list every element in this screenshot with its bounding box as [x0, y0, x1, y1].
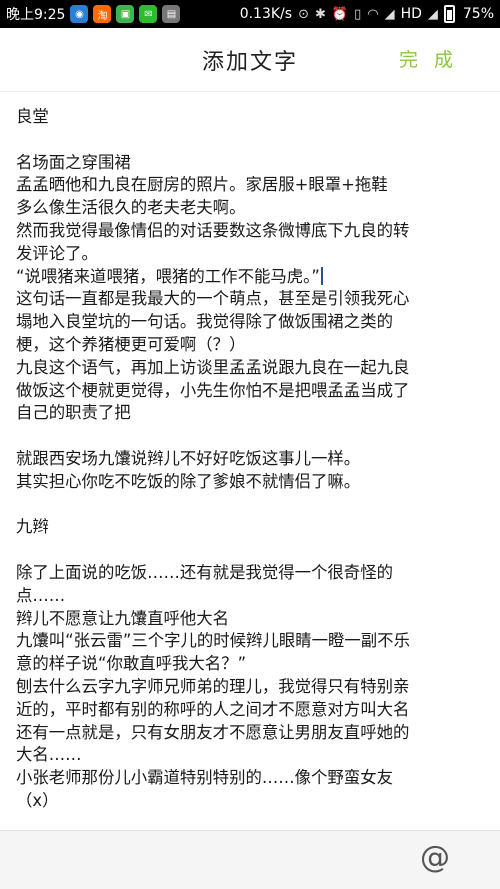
text-line: “说喂猪来道喂猪，喂猪的工作不能马虎。”	[16, 266, 484, 289]
battery-level: 75%	[462, 6, 494, 22]
mention-at-button[interactable]: @	[417, 841, 453, 877]
text-line: 自己的职责了把	[16, 403, 131, 423]
taobao-icon: 淘	[93, 5, 112, 23]
text-line: 近的，平时都有别的称呼的人之间才不愿意对方叫大名	[16, 699, 410, 719]
notes-icon: ▤	[162, 5, 181, 23]
text-line: 大名……	[16, 745, 82, 765]
done-button[interactable]: 完 成	[399, 45, 458, 72]
text-line: 小张老师那份儿小霸道特别特别的……像个野蛮女友	[16, 768, 393, 788]
bottom-toolbar: @	[0, 830, 500, 889]
status-left: 晚上9:25 ◉ 淘 ▣ ✉ ▤	[6, 4, 181, 24]
text-editor[interactable]: 良堂名场面之穿围裙孟孟晒他和九良在厨房的照片。家居服+眼罩+拖鞋 多么像生活很久的…	[0, 92, 500, 830]
text-line: 良堂	[16, 107, 49, 126]
title-bar: 添加文字 完 成	[0, 28, 500, 92]
text-line: 其实担心你吃不吃饭的除了爹娘不就情侣了嘛。	[16, 471, 361, 491]
text-line: 刨去什么云字九字师兄师弟的理儿，我觉得只有特别亲	[16, 676, 410, 696]
bluetooth-icon: ✱	[314, 6, 326, 22]
text-line: 塌地入良堂坑的一句话。我觉得除了做饭围裙之类的	[16, 312, 393, 332]
text-line: （x）	[16, 790, 59, 810]
app-notification-icon: ◉	[70, 5, 89, 23]
status-time: 晚上9:25	[6, 7, 66, 23]
text-line: 发评论了。	[16, 243, 98, 263]
text-line: 做饭这个梗就更觉得，小先生你怕不是把喂孟孟当成了	[16, 380, 410, 400]
text-line: 梗，这个养猪梗更可爱啊（？）	[16, 334, 246, 354]
text-line: 九馕叫“张云雷”三个字儿的时候辫儿眼睛一瞪一副不乐	[16, 631, 410, 651]
text-line: 名场面之穿围裙	[16, 152, 131, 172]
signal-icon-2: ◢	[427, 6, 438, 22]
alarm-off-icon: ⏰	[331, 6, 349, 22]
status-right: 0.13K/s ⊙ ✱ ⏰ ▯ ◠ ◢ HD ◢ 75%	[240, 5, 494, 23]
hotspot-icon: ⊙	[298, 6, 309, 22]
text-line: 九良这个语气，再加上访谈里孟孟说跟九良在一起九良	[16, 357, 410, 377]
wifi-icon: ◠	[367, 6, 379, 22]
text-line: 辫儿不愿意让九馕直呼他大名	[16, 608, 230, 628]
text-cursor	[320, 266, 323, 285]
text-line: 多么像生活很久的老夫老夫啊。	[16, 198, 246, 218]
status-bar: 晚上9:25 ◉ 淘 ▣ ✉ ▤ 0.13K/s ⊙ ✱ ⏰ ▯ ◠ ◢ HD …	[0, 0, 500, 28]
text-line: 意的样子说“你敢直呼我大名？”	[16, 654, 247, 674]
text-line: 孟孟晒他和九良在厨房的照片。家居服+眼罩+拖鞋	[16, 175, 388, 195]
network-type: HD	[400, 6, 422, 22]
text-line: 这句话一直都是我最大的一个萌点，甚至是引领我死心	[16, 289, 410, 309]
text-line: 就跟西安场九馕说辫儿不好好吃饭这事儿一样。	[16, 448, 361, 468]
page-title: 添加文字	[201, 49, 298, 75]
text-line: 然而我觉得最像情侣的对话要数这条微博底下九良的转	[16, 220, 410, 240]
wechat-icon: ✉	[139, 5, 158, 23]
text-line: 除了上面说的吃饭……还有就是我觉得一个很奇怪的	[16, 562, 393, 582]
signal-icon: ◢	[384, 6, 395, 22]
text-line: 点……	[16, 585, 66, 605]
vibrate-icon: ▯	[354, 6, 362, 22]
app-store-icon: ▣	[116, 5, 135, 23]
text-line: 九辫	[16, 517, 49, 537]
network-speed: 0.13K/s	[239, 6, 293, 22]
text-line: 还有一点就是，只有女朋友才不愿意让男朋友直呼她的	[16, 722, 410, 742]
battery-icon	[443, 5, 455, 23]
